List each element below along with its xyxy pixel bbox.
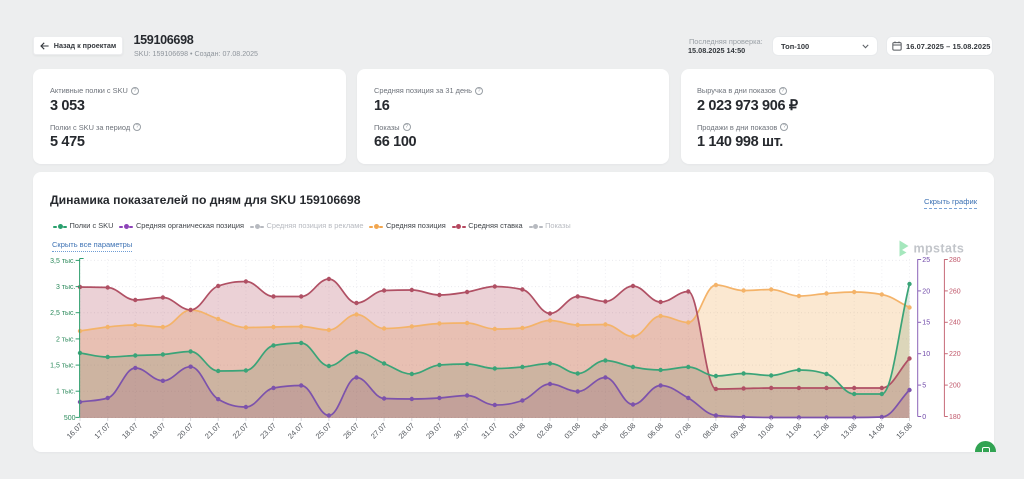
svg-text:05.08: 05.08	[618, 421, 638, 441]
svg-text:15: 15	[922, 320, 930, 327]
svg-text:04.08: 04.08	[590, 421, 610, 441]
svg-text:240: 240	[949, 320, 961, 327]
svg-text:10.08: 10.08	[756, 421, 776, 441]
svg-text:08.08: 08.08	[701, 421, 721, 441]
svg-text:3,5 тыс.: 3,5 тыс.	[50, 258, 75, 265]
svg-text:19.07: 19.07	[148, 421, 168, 441]
svg-text:220: 220	[949, 351, 961, 358]
svg-text:25: 25	[922, 257, 930, 264]
svg-text:24.07: 24.07	[286, 421, 306, 441]
svg-text:31.07: 31.07	[480, 421, 500, 441]
svg-text:09.08: 09.08	[728, 421, 748, 441]
svg-text:0: 0	[922, 414, 926, 421]
svg-text:26.07: 26.07	[341, 421, 361, 441]
svg-text:07.08: 07.08	[673, 421, 693, 441]
svg-text:23.07: 23.07	[258, 421, 278, 441]
svg-text:01.08: 01.08	[507, 421, 527, 441]
svg-text:29.07: 29.07	[424, 421, 444, 441]
svg-text:27.07: 27.07	[369, 421, 389, 441]
svg-text:30.07: 30.07	[452, 421, 472, 441]
svg-text:180: 180	[949, 414, 961, 421]
svg-text:3 тыс.: 3 тыс.	[56, 284, 76, 291]
svg-text:20: 20	[922, 288, 930, 295]
svg-text:02.08: 02.08	[535, 421, 555, 441]
svg-text:22.07: 22.07	[231, 421, 251, 441]
svg-text:15.08: 15.08	[894, 421, 914, 441]
svg-text:2,5 тыс.: 2,5 тыс.	[50, 310, 75, 317]
svg-text:1 тыс.: 1 тыс.	[56, 389, 76, 396]
svg-text:25.07: 25.07	[314, 421, 334, 441]
svg-text:06.08: 06.08	[645, 421, 665, 441]
svg-text:12.08: 12.08	[811, 421, 831, 441]
svg-text:5: 5	[922, 383, 926, 390]
svg-text:2 тыс.: 2 тыс.	[56, 336, 76, 343]
svg-text:17.07: 17.07	[92, 421, 112, 441]
svg-text:13.08: 13.08	[839, 421, 859, 441]
svg-text:260: 260	[949, 288, 961, 295]
svg-text:mpstats: mpstats	[914, 242, 965, 256]
svg-text:18.07: 18.07	[120, 421, 140, 441]
svg-text:14.08: 14.08	[867, 421, 887, 441]
svg-text:11.08: 11.08	[784, 421, 803, 440]
svg-text:28.07: 28.07	[397, 421, 417, 441]
svg-text:03.08: 03.08	[562, 421, 582, 441]
svg-text:1,5 тыс.: 1,5 тыс.	[50, 363, 75, 370]
svg-text:20.07: 20.07	[175, 421, 195, 441]
svg-text:500: 500	[64, 415, 76, 422]
svg-text:10: 10	[922, 351, 930, 358]
svg-text:200: 200	[949, 383, 961, 390]
svg-text:16.07: 16.07	[65, 421, 85, 441]
svg-text:21.07: 21.07	[203, 421, 223, 441]
svg-text:280: 280	[949, 257, 961, 264]
